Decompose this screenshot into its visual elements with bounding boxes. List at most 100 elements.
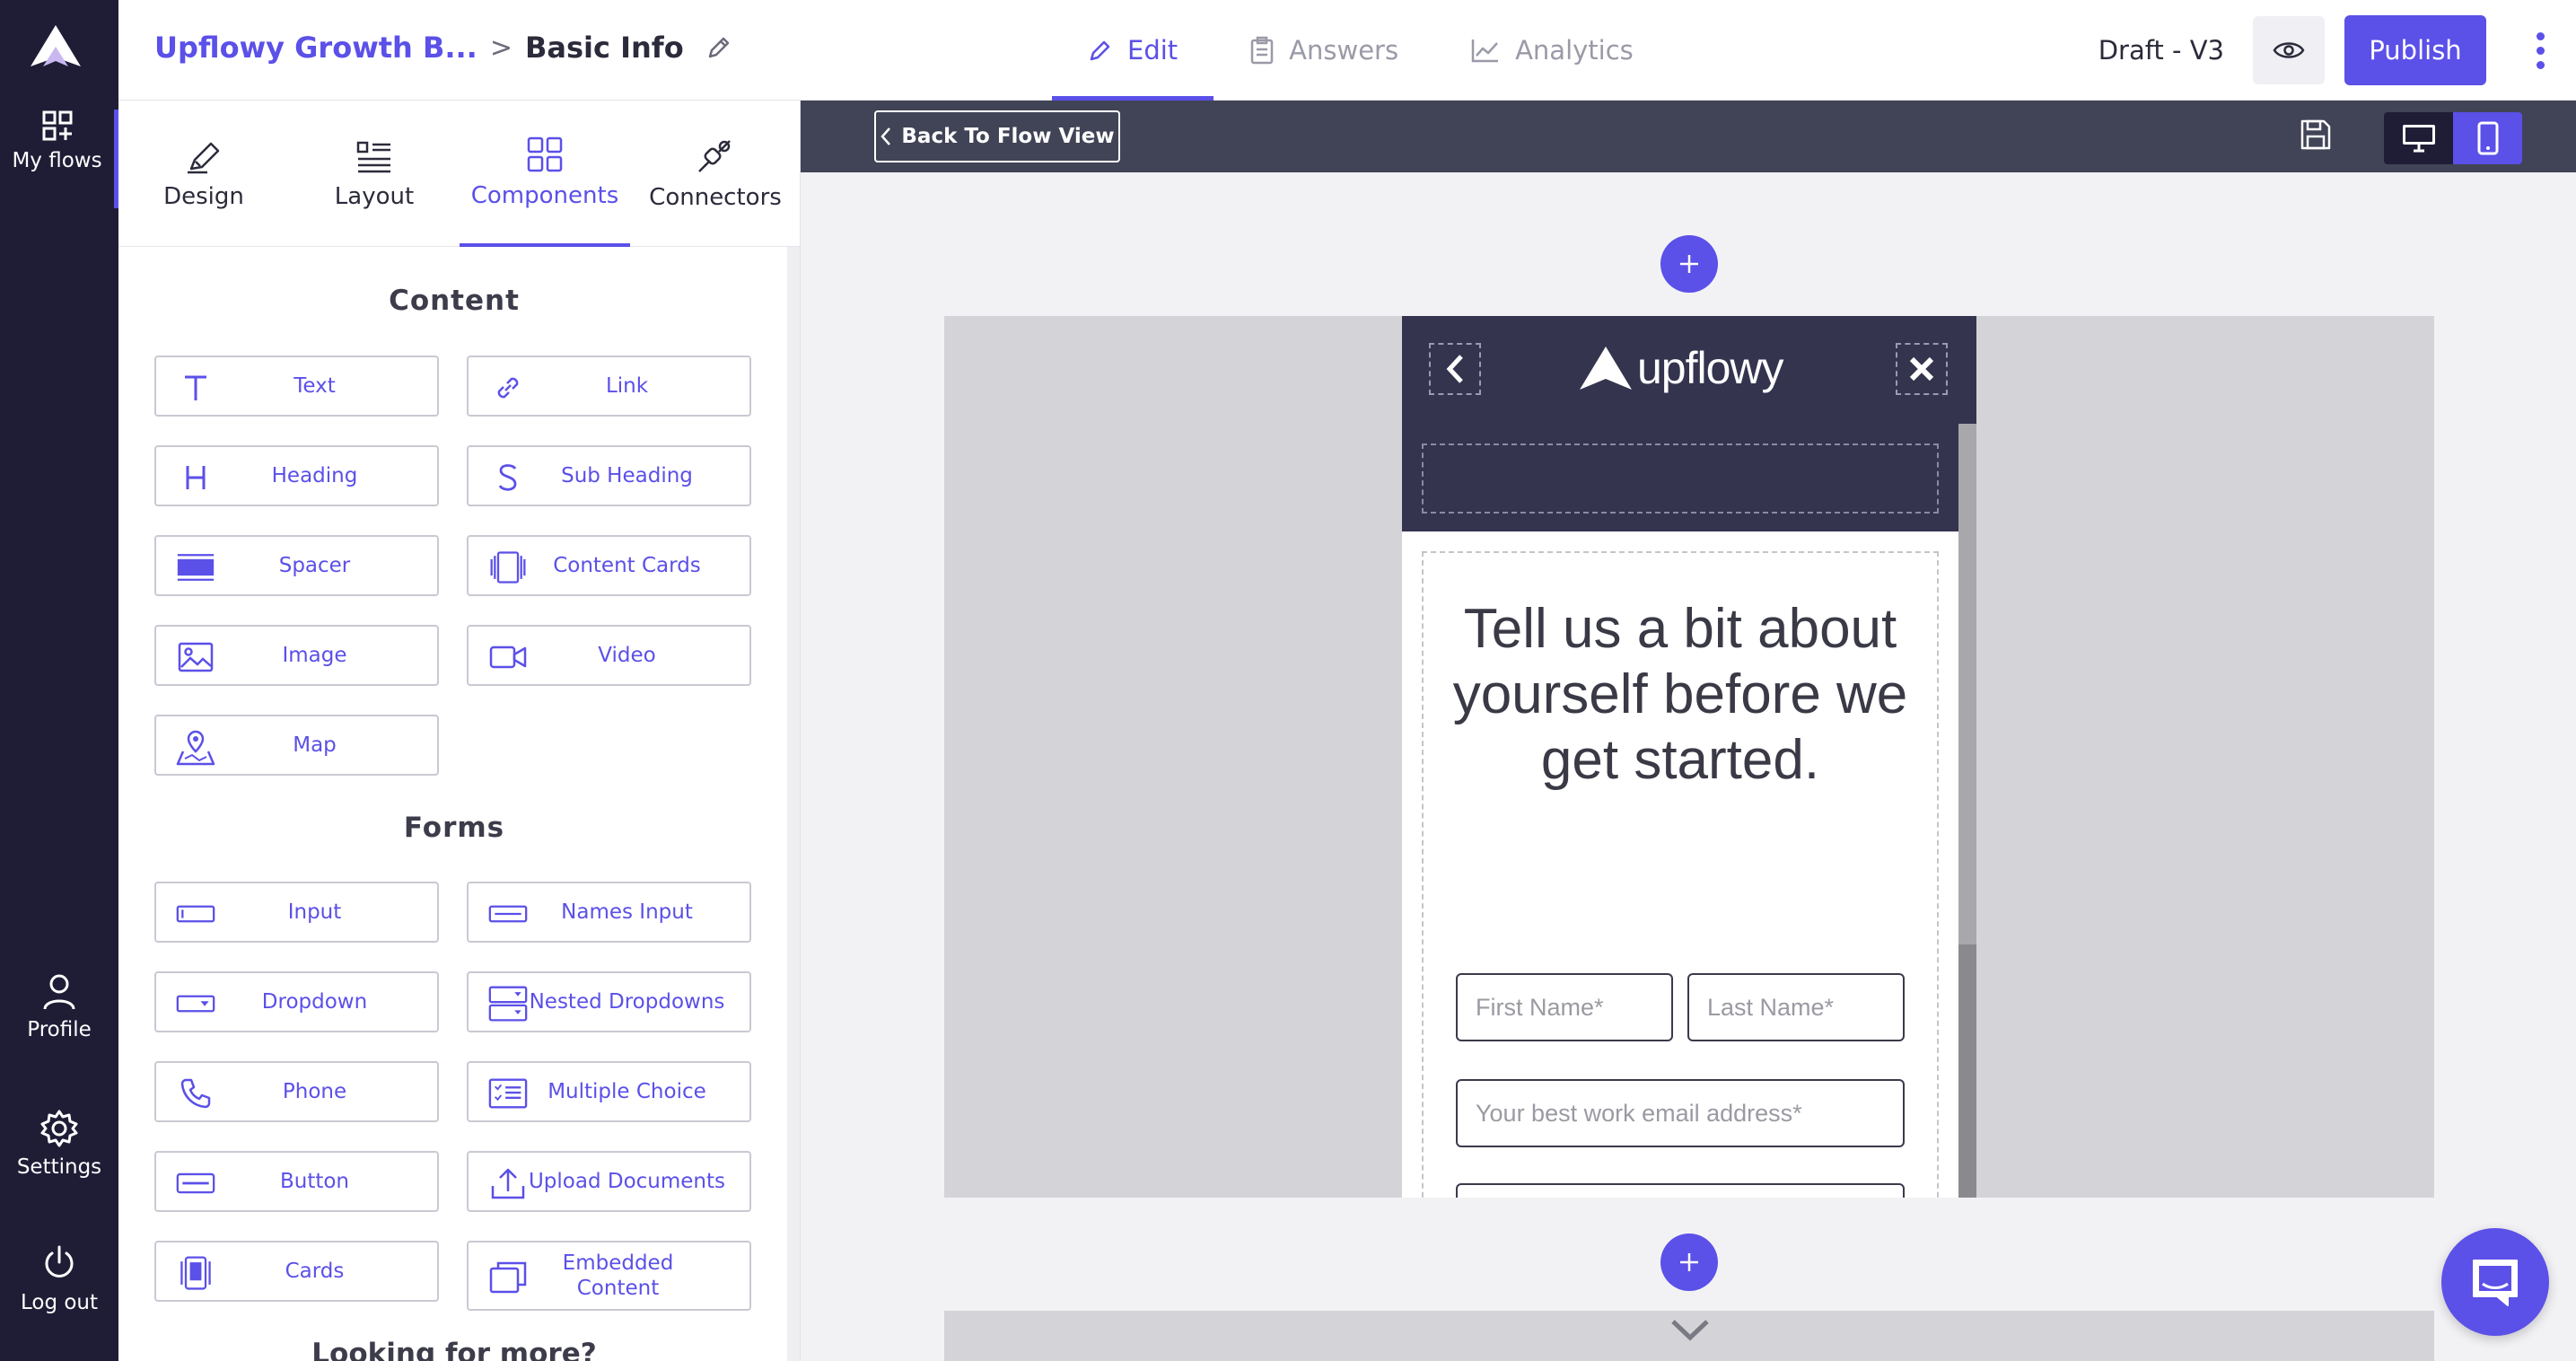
header-drop-zone[interactable] [1422, 443, 1939, 514]
preview-close-button[interactable] [1896, 343, 1948, 395]
brush-icon [188, 142, 220, 173]
first-name-field[interactable]: First Name* [1456, 973, 1673, 1041]
component-sub-heading[interactable]: Sub Heading [467, 445, 751, 506]
add-section-below-button[interactable] [1660, 1234, 1718, 1291]
component-dropdown[interactable]: Dropdown [154, 971, 439, 1032]
preview-logo-text: upflowy [1637, 343, 1784, 393]
chevron-down-icon[interactable] [1669, 1318, 1711, 1343]
add-section-above-button[interactable] [1660, 235, 1718, 293]
tab-edit[interactable]: Edit [1052, 0, 1214, 101]
nested-dropdowns-icon [488, 986, 528, 1022]
content-cards-icon [488, 549, 528, 585]
top-bar-actions: Draft - V3 Publish [2098, 0, 2576, 101]
tab-answers-label: Answers [1289, 35, 1399, 66]
more-options-icon[interactable] [2522, 23, 2558, 77]
component-input[interactable]: Input [154, 882, 439, 943]
mobile-preview: upflowy Tell us a bit about yourself bef… [1402, 316, 1976, 1198]
image-icon [176, 639, 215, 675]
panel-tab-connectors[interactable]: Connectors [630, 101, 800, 247]
button-icon [176, 1165, 215, 1201]
nav-settings-label: Settings [16, 1155, 102, 1179]
panel-tab-layout[interactable]: Layout [289, 101, 460, 247]
preview-logo: upflowy [1578, 341, 1784, 395]
tab-analytics[interactable]: Analytics [1434, 0, 1669, 101]
preview-title[interactable]: Tell us a bit about yourself before we g… [1429, 596, 1932, 793]
draft-version: Draft - V3 [2098, 35, 2224, 66]
editor-canvas: Back To Flow View upflowy Tell us a bit … [801, 101, 2576, 1361]
component-text[interactable]: Text [154, 356, 439, 417]
upflowy-logo-icon[interactable] [27, 22, 84, 70]
panel-scrollbar[interactable] [787, 247, 800, 1361]
component-heading[interactable]: Heading [154, 445, 439, 506]
heading-icon [176, 460, 215, 496]
tab-answers[interactable]: Answers [1214, 0, 1434, 101]
pencil-icon [1090, 40, 1110, 61]
save-icon[interactable] [2300, 119, 2332, 151]
breadcrumb-separator: > [489, 31, 513, 64]
mobile-icon [2477, 121, 2498, 155]
nav-profile[interactable]: Profile [0, 973, 118, 1041]
nav-my-flows-label: My flows [12, 149, 102, 172]
map-icon [176, 729, 215, 766]
nav-profile-label: Profile [27, 1018, 92, 1041]
plug-icon [698, 139, 731, 172]
top-bar: Upflowy Growth B... > Basic Info Edit An… [118, 0, 2576, 101]
component-content-cards[interactable]: Content Cards [467, 535, 751, 596]
component-multiple-choice[interactable]: Multiple Choice [467, 1061, 751, 1122]
component-map[interactable]: Map [154, 715, 439, 776]
panel-tab-design[interactable]: Design [118, 101, 289, 247]
video-icon [488, 639, 528, 675]
last-name-field[interactable]: Last Name* [1687, 973, 1905, 1041]
publish-button[interactable]: Publish [2344, 15, 2486, 85]
eye-icon [2273, 42, 2305, 58]
breadcrumb: Upflowy Growth B... > Basic Info [154, 25, 732, 70]
component-spacer[interactable]: Spacer [154, 535, 439, 596]
next-field[interactable] [1456, 1183, 1905, 1198]
component-phone[interactable]: Phone [154, 1061, 439, 1122]
preview-scrollbar-thumb[interactable] [1958, 424, 1976, 944]
layout-icon [356, 141, 390, 172]
back-to-flow-view-button[interactable]: Back To Flow View [874, 110, 1120, 162]
upload-icon [488, 1165, 528, 1201]
component-names-input[interactable]: Names Input [467, 882, 751, 943]
component-embedded-content[interactable]: Embedded Content [467, 1241, 751, 1311]
component-image[interactable]: Image [154, 625, 439, 686]
gear-icon [40, 1110, 78, 1147]
nav-log-out-label: Log out [20, 1291, 99, 1314]
nav-my-flows[interactable]: My flows [0, 110, 118, 208]
grid-icon [527, 136, 563, 171]
component-link[interactable]: Link [467, 356, 751, 417]
preview-header: upflowy [1402, 316, 1976, 531]
names-input-icon [488, 896, 528, 932]
power-icon [45, 1245, 74, 1278]
component-nested-dropdowns[interactable]: Nested Dropdowns [467, 971, 751, 1032]
rename-pencil-icon[interactable] [705, 34, 732, 61]
embed-icon [488, 1259, 528, 1295]
chevron-left-icon [1446, 355, 1463, 383]
component-video[interactable]: Video [467, 625, 751, 686]
breadcrumb-flow-name[interactable]: Upflowy Growth B... [154, 31, 478, 65]
text-icon [176, 370, 215, 406]
device-toggle [2384, 112, 2522, 164]
component-cards[interactable]: Cards [154, 1241, 439, 1302]
nav-settings[interactable]: Settings [0, 1109, 118, 1179]
mode-tabs: Edit Answers Analytics [1052, 0, 1669, 101]
nav-log-out[interactable]: Log out [0, 1244, 118, 1314]
component-upload-documents[interactable]: Upload Documents [467, 1151, 751, 1212]
support-chat-button[interactable] [2441, 1228, 2549, 1336]
subheading-icon [488, 460, 528, 496]
preview-button[interactable] [2253, 16, 2325, 84]
mobile-view-button[interactable] [2453, 112, 2522, 164]
multiple-choice-icon [488, 1076, 528, 1111]
forms-section-title: Forms [403, 812, 505, 844]
desktop-view-button[interactable] [2384, 112, 2453, 164]
cards-icon [176, 1255, 215, 1291]
preview-back-button[interactable] [1429, 343, 1481, 395]
close-icon [1909, 356, 1934, 382]
email-field[interactable]: Your best work email address* [1456, 1079, 1905, 1147]
component-button[interactable]: Button [154, 1151, 439, 1212]
panel-tab-components[interactable]: Components [460, 101, 630, 247]
spacer-icon [176, 549, 215, 585]
clipboard-icon [1250, 36, 1274, 65]
left-nav-rail: My flows Profile Settings Log out [0, 0, 118, 1361]
